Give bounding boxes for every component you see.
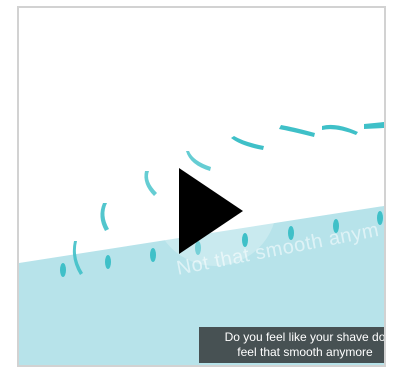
waterline-mark: [105, 255, 111, 269]
waterline-mark: [377, 211, 383, 225]
play-icon: [179, 168, 243, 254]
caption: Do you feel like your shave do feel that…: [199, 327, 386, 363]
stroke-mark: [322, 124, 358, 135]
waterline-mark: [60, 263, 66, 277]
caption-line-1: Do you feel like your shave do: [224, 330, 386, 344]
stroke-mark: [279, 125, 315, 137]
stroke-mark: [364, 122, 384, 129]
video-player[interactable]: Not that smooth anym Do you feel like yo…: [17, 6, 386, 367]
stroke-mark: [100, 203, 109, 231]
caption-line-2: feel that smooth anymore: [237, 345, 373, 359]
stroke-mark: [144, 171, 157, 196]
play-button[interactable]: [179, 168, 243, 254]
waterline-mark: [150, 248, 156, 262]
